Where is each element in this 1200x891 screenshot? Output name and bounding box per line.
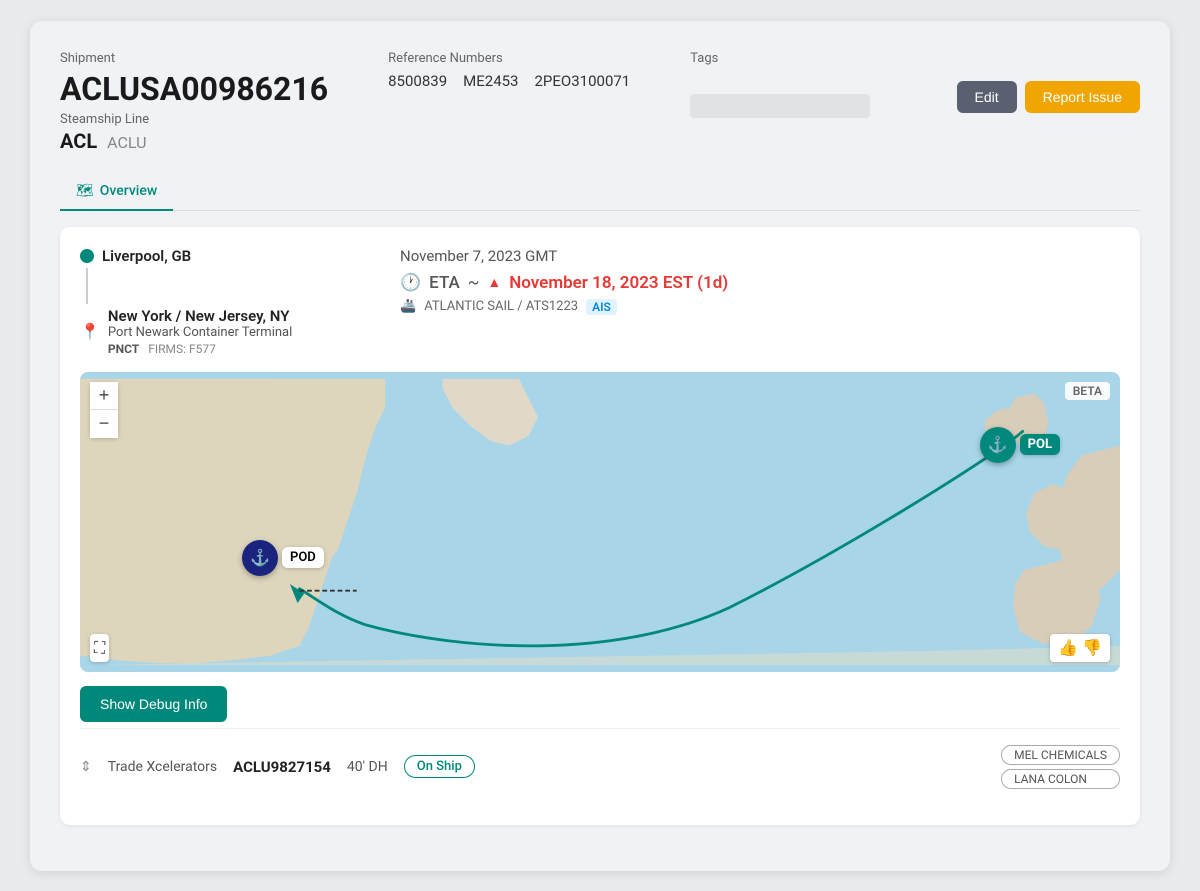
- map-svg: [80, 372, 1120, 672]
- pod-anchor-icon: ⚓: [242, 540, 278, 576]
- main-card: Liverpool, GB 📍 New York / New Jersey, N…: [60, 227, 1140, 825]
- route-right: November 7, 2023 GMT 🕐 ETA ~ ▲ November …: [400, 247, 1120, 356]
- cargo-row: ⇕ Trade Xcelerators ACLU9827154 40' DH O…: [80, 728, 1120, 805]
- tags-label: Tags: [690, 51, 896, 66]
- fullscreen-button[interactable]: ⛶: [90, 634, 109, 662]
- dest-terminal: Port Newark Container Terminal: [108, 325, 292, 340]
- tab-overview-label: Overview: [100, 183, 157, 199]
- expand-icon[interactable]: ⇕: [80, 759, 92, 775]
- map-area: + − BETA ⚓ POD ⚓ POL ⛶ 👍 👎: [80, 372, 1120, 672]
- dest-city: New York / New Jersey, NY: [108, 307, 292, 325]
- shipment-id: ACLUSA00986216: [60, 70, 328, 108]
- pol-label: POL: [1020, 434, 1060, 455]
- ref-number-1: 8500839: [388, 72, 447, 90]
- shipment-label: Shipment: [60, 51, 328, 66]
- route-header: Liverpool, GB 📍 New York / New Jersey, N…: [80, 247, 1120, 356]
- cargo-company: Trade Xcelerators: [108, 759, 217, 775]
- steamship-abbr: ACLU: [107, 133, 146, 152]
- steamship-code: ACL: [60, 129, 97, 153]
- eta-row: 🕐 ETA ~ ▲ November 18, 2023 EST (1d): [400, 273, 1120, 293]
- cargo-tag-2: LANA COLON: [1001, 769, 1120, 789]
- zoom-out-button[interactable]: −: [90, 410, 118, 438]
- pod-marker: ⚓ POD: [242, 540, 324, 576]
- destination: 📍 New York / New Jersey, NY Port Newark …: [80, 307, 292, 356]
- map-feedback: 👍 👎: [1050, 634, 1110, 662]
- thumbs-down-button[interactable]: 👎: [1082, 638, 1102, 658]
- tab-overview[interactable]: 🗺 Overview: [60, 173, 173, 211]
- report-issue-button[interactable]: Report Issue: [1025, 81, 1140, 113]
- ais-badge: AIS: [586, 299, 617, 315]
- cargo-tag-1: MEL CHEMICALS: [1001, 745, 1120, 765]
- ref-label: Reference Numbers: [388, 51, 630, 66]
- edit-button[interactable]: Edit: [957, 81, 1017, 113]
- nav-tabs: 🗺 Overview: [60, 173, 1140, 211]
- cargo-type: 40' DH: [347, 759, 388, 775]
- dest-codes: PNCT FIRMS: F577: [108, 342, 292, 356]
- departure-date: November 7, 2023 GMT: [400, 247, 1120, 265]
- ref-number-2: ME2453: [463, 72, 518, 90]
- ref-number-3: 2PEO3100071: [534, 72, 630, 90]
- thumbs-up-button[interactable]: 👍: [1058, 638, 1078, 658]
- pin-icon: 📍: [80, 322, 100, 341]
- vessel-row: 🚢 ATLANTIC SAIL / ATS1223 AIS: [400, 299, 1120, 315]
- tags-bar: [690, 94, 870, 118]
- cargo-tags: MEL CHEMICALS LANA COLON: [1001, 745, 1120, 789]
- clock-icon: 🕐: [400, 273, 421, 293]
- pol-marker: ⚓ POL: [980, 427, 1060, 463]
- vessel-icon: 🚢: [400, 299, 416, 314]
- eta-label: ETA: [429, 273, 460, 293]
- eta-up-arrow: ▲: [487, 274, 501, 291]
- steamship-label: Steamship Line: [60, 112, 328, 127]
- cargo-status: On Ship: [404, 755, 475, 778]
- origin-dot: [80, 249, 94, 263]
- eta-approx: ~: [468, 273, 480, 293]
- pod-label: POD: [282, 547, 324, 568]
- route-left: Liverpool, GB 📍 New York / New Jersey, N…: [80, 247, 360, 356]
- zoom-in-button[interactable]: +: [90, 382, 118, 410]
- cargo-id: ACLU9827154: [233, 758, 331, 776]
- beta-badge: BETA: [1065, 382, 1110, 400]
- eta-date: November 18, 2023 EST (1d): [509, 273, 728, 293]
- dest-code: PNCT: [108, 342, 139, 356]
- route-line: [86, 268, 88, 304]
- dest-firms: FIRMS: F577: [148, 342, 216, 356]
- origin-city: Liverpool, GB: [80, 247, 360, 265]
- show-debug-button[interactable]: Show Debug Info: [80, 686, 227, 722]
- pol-anchor-icon: ⚓: [980, 427, 1016, 463]
- overview-icon: 🗺: [76, 183, 94, 199]
- map-zoom-controls: + −: [90, 382, 118, 438]
- vessel-name: ATLANTIC SAIL / ATS1223: [424, 299, 578, 314]
